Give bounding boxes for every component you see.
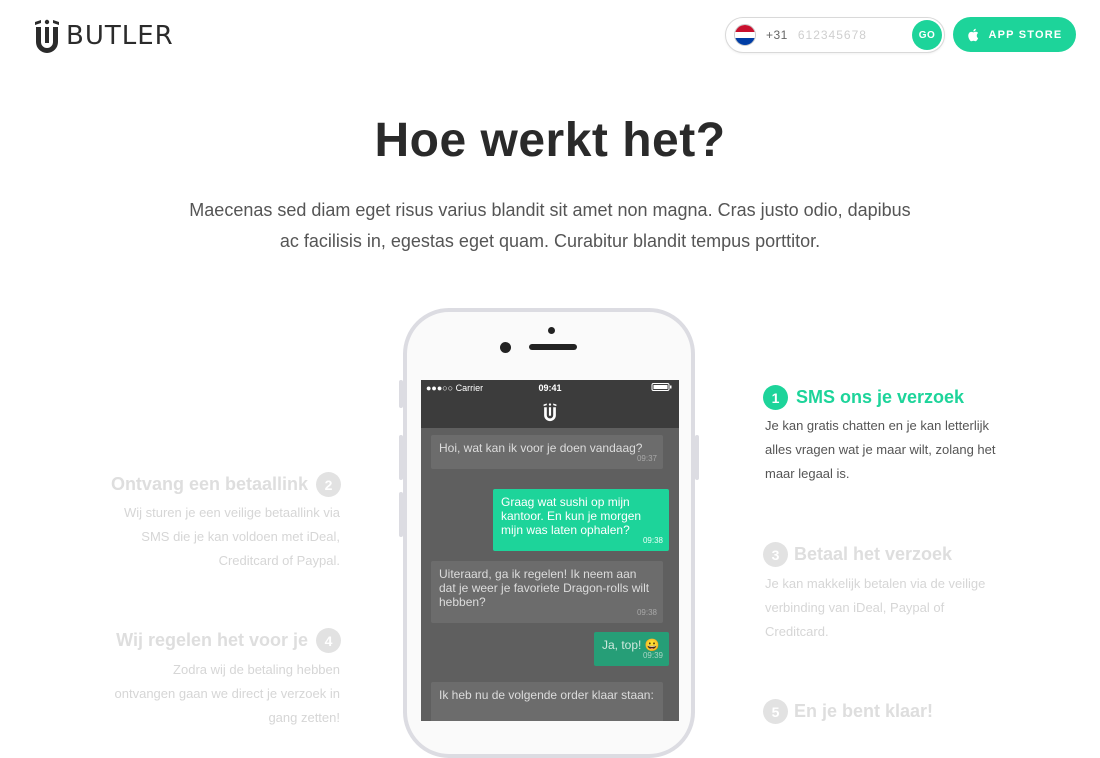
message-time: 09:39 bbox=[642, 651, 663, 660]
description-line: Je kan gratis chatten en je kan letterli… bbox=[765, 418, 990, 433]
description-line: SMS die je kan voldoen met iDeal, bbox=[141, 529, 340, 544]
step-number-badge: 3 bbox=[763, 542, 788, 567]
step-1-title: 1 SMS ons je verzoek bbox=[763, 385, 964, 410]
phone-speaker bbox=[529, 344, 577, 350]
chat-app-bar bbox=[421, 396, 679, 428]
message-text: Graag wat sushi op mijn kantoor. En kun … bbox=[501, 495, 642, 537]
description-line: alles vragen wat je maar wilt, zolang he… bbox=[765, 442, 996, 457]
description-line: Creditcard of Paypal. bbox=[218, 553, 340, 568]
logo-text: BUTLER bbox=[66, 21, 174, 51]
step-2-title: Ontvang een betaallink 2 bbox=[111, 472, 341, 497]
step-4-description: Zodra wij de betaling hebben ontvangen g… bbox=[60, 658, 340, 730]
app-store-button[interactable]: APP STORE bbox=[953, 17, 1076, 52]
netherlands-flag-icon[interactable] bbox=[734, 24, 756, 46]
status-time: 09:41 bbox=[538, 383, 562, 393]
message-time: 09:37 bbox=[636, 454, 657, 463]
description-line: Creditcard. bbox=[765, 624, 829, 639]
step-number-badge: 4 bbox=[316, 628, 341, 653]
message-text: Uiteraard, ga ik regelen! Ik neem aan da… bbox=[439, 567, 650, 609]
step-5-title: 5 En je bent klaar! bbox=[763, 699, 933, 724]
chat-message: Ja, top! 😀 09:39 bbox=[594, 632, 669, 666]
phone-side-button bbox=[695, 435, 699, 480]
step-number-badge: 2 bbox=[316, 472, 341, 497]
phone-screen: ●●●○○ Carrier 09:41 Hoi, wat kan ik voor… bbox=[421, 380, 679, 721]
step-title-text: Betaal het verzoek bbox=[794, 544, 953, 564]
subtitle-line-1: Maecenas sed diam eget risus varius blan… bbox=[189, 200, 911, 220]
step-title-text: SMS ons je verzoek bbox=[796, 387, 965, 407]
step-3-description: Je kan makkelijk betalen via de veilige … bbox=[765, 572, 1035, 644]
description-line: Je kan makkelijk betalen via de veilige bbox=[765, 576, 986, 591]
description-line: gang zetten! bbox=[268, 710, 340, 725]
step-3-title: 3 Betaal het verzoek bbox=[763, 542, 952, 567]
country-prefix: +31 bbox=[766, 28, 788, 42]
step-2-description: Wij sturen je een veilige betaallink via… bbox=[80, 501, 340, 573]
description-line: verbinding van iDeal, Paypal of bbox=[765, 600, 945, 615]
chat-message: Hoi, wat kan ik voor je doen vandaag? 09… bbox=[431, 435, 663, 469]
page-subtitle: Maecenas sed diam eget risus varius blan… bbox=[170, 195, 930, 257]
step-number-badge: 1 bbox=[763, 385, 788, 410]
status-bar: ●●●○○ Carrier 09:41 bbox=[421, 380, 679, 396]
phone-number-input[interactable] bbox=[795, 27, 910, 43]
description-line: Zodra wij de betaling hebben bbox=[173, 662, 340, 677]
chat-message: Uiteraard, ga ik regelen! Ik neem aan da… bbox=[431, 561, 663, 623]
step-title-text: En je bent klaar! bbox=[794, 701, 934, 721]
phone-camera bbox=[500, 342, 511, 353]
subtitle-line-2: ac facilisis in, egestas eget quam. Cura… bbox=[279, 231, 821, 251]
page-title: Hoe werkt het? bbox=[374, 114, 726, 167]
description-line: ontvangen gaan we direct je verzoek in bbox=[114, 686, 340, 701]
step-number-badge: 5 bbox=[763, 699, 788, 724]
chat-message: Graag wat sushi op mijn kantoor. En kun … bbox=[493, 489, 669, 551]
message-time: 09:38 bbox=[636, 608, 657, 617]
message-text: Hoi, wat kan ik voor je doen vandaag? bbox=[439, 441, 643, 455]
message-text: Ik heb nu de volgende order klaar staan: bbox=[439, 688, 654, 702]
go-button[interactable]: GO bbox=[912, 20, 942, 50]
chat-message: Ik heb nu de volgende order klaar staan: bbox=[431, 682, 663, 721]
step-title-text: Wij regelen het voor je bbox=[116, 630, 308, 650]
apple-icon bbox=[967, 28, 978, 41]
description-line: maar legaal is. bbox=[765, 466, 850, 481]
description-line: Wij sturen je een veilige betaallink via bbox=[123, 505, 340, 520]
battery-icon bbox=[651, 382, 673, 394]
phone-sensor bbox=[548, 327, 555, 334]
step-title-text: Ontvang een betaallink bbox=[110, 474, 308, 494]
step-1-description: Je kan gratis chatten en je kan letterli… bbox=[765, 414, 1035, 486]
message-time: 09:38 bbox=[642, 536, 663, 545]
butler-logo-icon bbox=[543, 403, 557, 422]
step-4-title: Wij regelen het voor je 4 bbox=[116, 628, 341, 653]
butler-logo-icon bbox=[35, 19, 59, 53]
app-store-label: APP STORE bbox=[988, 28, 1063, 41]
phone-number-form: +31 GO bbox=[725, 17, 945, 53]
logo[interactable]: BUTLER bbox=[32, 16, 174, 56]
